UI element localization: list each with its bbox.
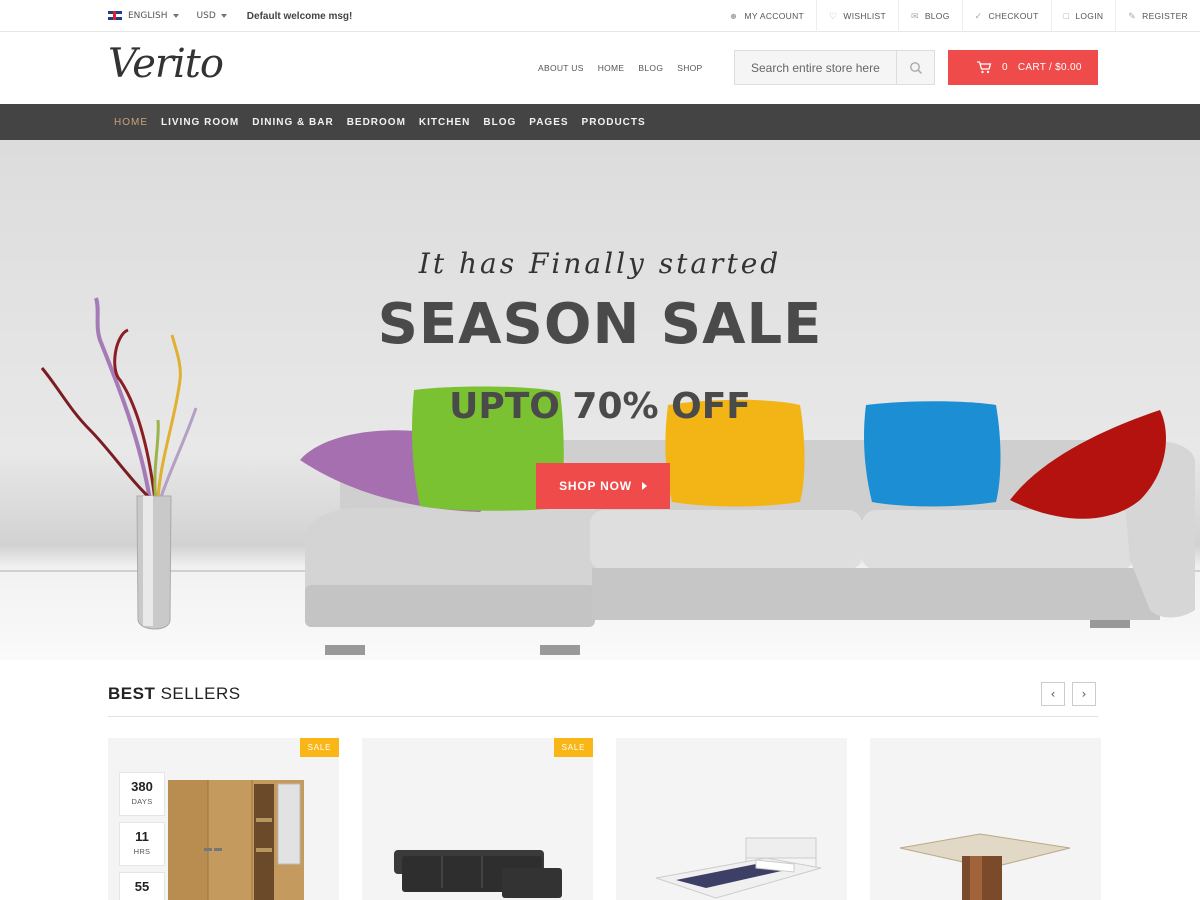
carousel-prev-button[interactable]: ‹	[1041, 682, 1065, 706]
currency-label: USD	[196, 11, 216, 21]
uk-flag-icon	[108, 11, 122, 20]
play-arrow-icon	[641, 482, 647, 490]
countdown-minutes-value: 55	[134, 879, 150, 894]
site-header: Verito ABOUT US HOME BLOG SHOP 0 CART / …	[0, 33, 1200, 104]
chat-icon: ✉	[910, 10, 919, 21]
countdown-days: 380 DAYS	[119, 772, 165, 816]
shop-now-label: SHOP NOW	[559, 479, 632, 493]
top-bar-left: ENGLISH USD Default welcome msg!	[108, 0, 352, 32]
countdown-hours-label: HRS	[133, 847, 151, 856]
top-bar: ENGLISH USD Default welcome msg! ☻ MY ACC…	[0, 0, 1200, 32]
sale-badge: SALE	[554, 738, 593, 757]
countdown-hours: 11 HRS	[119, 822, 165, 866]
best-sellers-title: BEST SELLERS	[108, 684, 241, 704]
search-icon	[909, 61, 922, 74]
best-sellers-title-rest: SELLERS	[160, 684, 241, 703]
blog-header-link[interactable]: BLOG	[638, 63, 663, 73]
cart-count: 0	[1002, 62, 1008, 73]
sale-badge: SALE	[300, 738, 339, 757]
nav-item-blog[interactable]: BLOG	[483, 117, 516, 128]
cart-icon	[977, 61, 992, 74]
nav-item-bedroom[interactable]: BEDROOM	[347, 117, 406, 128]
check-icon: ✓	[974, 10, 983, 21]
cart-button[interactable]: 0 CART / $0.00	[948, 50, 1098, 85]
chevron-left-icon: ‹	[1050, 687, 1056, 701]
nav-item-home[interactable]: HOME	[114, 117, 148, 128]
lock-icon: □	[1063, 11, 1070, 21]
shop-now-button[interactable]: SHOP NOW	[536, 463, 670, 509]
register-link[interactable]: ✎ REGISTER	[1115, 0, 1200, 32]
user-icon: ☻	[728, 11, 739, 21]
glass-table-image	[899, 833, 1071, 900]
login-label: LOGIN	[1075, 11, 1104, 21]
search-input[interactable]	[735, 51, 896, 84]
wishlist-link[interactable]: ♡ WISHLIST	[816, 0, 898, 32]
header-links: ABOUT US HOME BLOG SHOP	[538, 63, 703, 73]
main-nav: HOME LIVING ROOM DINING & BAR BEDROOM KI…	[0, 104, 1200, 140]
cart-label: CART / $0.00	[1017, 62, 1082, 73]
welcome-message: Default welcome msg!	[246, 10, 353, 22]
search-button[interactable]	[896, 51, 934, 84]
chevron-right-icon: ›	[1081, 687, 1087, 701]
home-link[interactable]: HOME	[598, 63, 625, 73]
my-account-link[interactable]: ☻ MY ACCOUNT	[717, 0, 816, 32]
product-card[interactable]	[616, 738, 847, 900]
countdown-hours-value: 11	[135, 829, 149, 844]
sectional-sofa-image	[394, 850, 562, 898]
section-divider	[108, 716, 1098, 717]
pencil-icon: ✎	[1128, 10, 1137, 21]
wishlist-label: WISHLIST	[843, 11, 886, 21]
site-logo[interactable]: Verito	[108, 41, 224, 87]
nav-item-dining-bar[interactable]: DINING & BAR	[252, 117, 333, 128]
my-account-label: MY ACCOUNT	[744, 11, 805, 21]
chevron-down-icon	[172, 13, 179, 18]
chevron-down-icon	[220, 13, 227, 18]
nav-item-products[interactable]: PRODUCTS	[582, 117, 646, 128]
nav-item-living-room[interactable]: LIVING ROOM	[161, 117, 239, 128]
hero-banner: It has Finally started SEASON SALE UPTO …	[0, 140, 1200, 660]
product-carousel: SALE 380 DAYS 11 HRS 55 SALE	[108, 738, 1101, 900]
carousel-next-button[interactable]: ›	[1072, 682, 1096, 706]
login-link[interactable]: □ LOGIN	[1050, 0, 1116, 32]
product-card[interactable]: SALE	[362, 738, 593, 900]
nav-item-kitchen[interactable]: KITCHEN	[419, 117, 470, 128]
checkout-label: CHECKOUT	[988, 11, 1039, 21]
product-card[interactable]	[870, 738, 1101, 900]
countdown-minutes: 55	[119, 872, 165, 900]
top-bar-links: ☻ MY ACCOUNT ♡ WISHLIST ✉ BLOG ✓ CHECKOUT □ L…	[717, 0, 1200, 32]
hero-subtitle: UPTO 70% OFF	[449, 386, 751, 427]
language-label: ENGLISH	[128, 11, 168, 21]
about-us-link[interactable]: ABOUT US	[538, 63, 584, 73]
language-selector[interactable]: ENGLISH	[108, 11, 179, 21]
search-box	[734, 50, 935, 85]
nav-item-pages[interactable]: PAGES	[529, 117, 568, 128]
currency-selector[interactable]: USD	[197, 11, 227, 21]
countdown-days-value: 380	[131, 779, 153, 794]
product-card[interactable]: SALE 380 DAYS 11 HRS 55	[108, 738, 339, 900]
hero-title: SEASON SALE	[377, 292, 823, 357]
blog-label: BLOG	[924, 11, 950, 21]
hero-script-text: It has Finally started	[418, 247, 782, 280]
register-label: REGISTER	[1142, 11, 1188, 21]
heart-icon: ♡	[829, 10, 838, 21]
bed-image	[655, 837, 822, 899]
blog-link[interactable]: ✉ BLOG	[897, 0, 962, 32]
countdown-days-label: DAYS	[131, 797, 153, 806]
checkout-link[interactable]: ✓ CHECKOUT	[961, 0, 1051, 32]
shop-link[interactable]: SHOP	[677, 63, 702, 73]
best-sellers-title-bold: BEST	[108, 684, 156, 703]
